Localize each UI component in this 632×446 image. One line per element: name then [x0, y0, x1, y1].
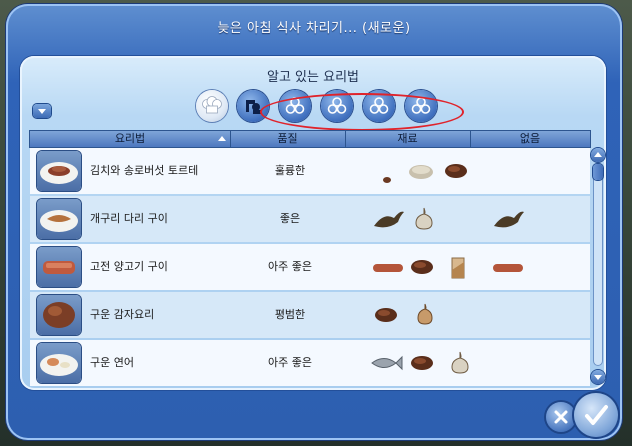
recipe-list: 김치와 송로버섯 토르테 훌륭한 개구리 다리 구이 좋은 고전 양고기 구이 …	[30, 148, 590, 386]
recipe-quality: 훌륭한	[274, 164, 306, 177]
column-header-ingredients[interactable]: 재료	[345, 131, 471, 147]
truffle-icon	[383, 177, 391, 183]
garlic-icon	[451, 351, 469, 374]
recipe-quality: 좋은	[279, 212, 301, 225]
known-recipes-heading: 알고 있는 요리법	[267, 70, 359, 85]
cancel-button[interactable]	[546, 402, 576, 432]
recipe-thumbnail	[37, 295, 81, 335]
table-row[interactable]: 고전 양고기 구이 아주 좋은	[30, 244, 590, 290]
recipe-name: 김치와 송로버섯 토르테	[90, 164, 199, 177]
dialog-title: 늦은 아침 식사 차리기... (새로운)	[217, 21, 411, 36]
column-header-recipe[interactable]: 요리법	[30, 131, 231, 147]
close-icon	[554, 410, 568, 424]
checkmark-icon	[585, 405, 608, 425]
fish-icon	[371, 355, 403, 371]
red-highlight-ellipse	[260, 93, 464, 131]
scroll-thumb[interactable]	[593, 164, 603, 180]
column-header-ingredients-label: 재료	[397, 132, 418, 145]
recipe-quality: 아주 좋은	[268, 260, 312, 273]
recipe-thumbnail	[37, 199, 81, 239]
recipe-name: 고전 양고기 구이	[90, 260, 168, 273]
recipe-name: 구운 연어	[90, 356, 134, 369]
title-bar: 늦은 아침 식사 차리기... (새로운)	[6, 4, 622, 48]
recipe-name: 구운 감자요리	[90, 308, 155, 321]
potato-icon	[411, 260, 433, 274]
sort-ascending-icon	[218, 136, 226, 141]
recipe-thumbnail	[37, 343, 81, 383]
cheese-icon	[409, 165, 433, 179]
column-header-quality[interactable]: 품질	[230, 131, 346, 147]
recipe-dialog: 늦은 아침 식사 차리기... (새로운) 알고 있는 요리법 요리법 품질 재…	[6, 4, 622, 440]
frog-icon	[494, 211, 524, 228]
column-header-recipe-label: 요리법	[114, 132, 146, 145]
collapse-toggle-button[interactable]	[33, 104, 51, 118]
scroll-track[interactable]	[593, 164, 603, 366]
sausage-icon	[373, 264, 403, 272]
recipe-thumbnail	[37, 151, 81, 191]
column-header-missing-label: 없음	[519, 132, 541, 145]
table-row[interactable]: 개구리 다리 구이 좋은	[30, 196, 590, 242]
scroll-down-button[interactable]	[591, 370, 605, 384]
tofu-icon	[451, 257, 465, 279]
table-row[interactable]: 구운 감자요리 평범한	[30, 292, 590, 338]
table-header: 요리법 품질 재료 없음	[30, 131, 590, 147]
recipe-thumbnail	[37, 247, 81, 287]
potato-icon	[445, 164, 467, 178]
recipe-name: 개구리 다리 구이	[90, 212, 168, 225]
table-row[interactable]: 구운 연어 아주 좋은	[30, 340, 590, 386]
potato-icon	[375, 308, 397, 322]
scroll-up-button[interactable]	[591, 148, 605, 162]
onion-icon	[417, 303, 433, 325]
sausage-icon	[493, 264, 523, 272]
potato-icon	[411, 356, 433, 370]
recipe-quality: 평범한	[274, 308, 306, 321]
column-header-quality-label: 품질	[277, 132, 298, 145]
table-row[interactable]: 김치와 송로버섯 토르테 훌륭한	[30, 148, 590, 194]
chef-hat-icon	[202, 96, 222, 114]
recipe-quality: 아주 좋은	[268, 356, 312, 369]
filter-chef-hat-button[interactable]	[196, 90, 228, 122]
recipe-panel: 알고 있는 요리법 요리법 품질 재료 없음 김치와 송로버섯 토르테 훌륭한 …	[20, 56, 606, 390]
recipe-scrollbar[interactable]	[591, 146, 605, 386]
column-header-missing[interactable]: 없음	[470, 131, 590, 147]
confirm-button[interactable]	[574, 393, 618, 437]
frog-icon	[374, 211, 404, 228]
garlic-icon	[415, 207, 433, 230]
